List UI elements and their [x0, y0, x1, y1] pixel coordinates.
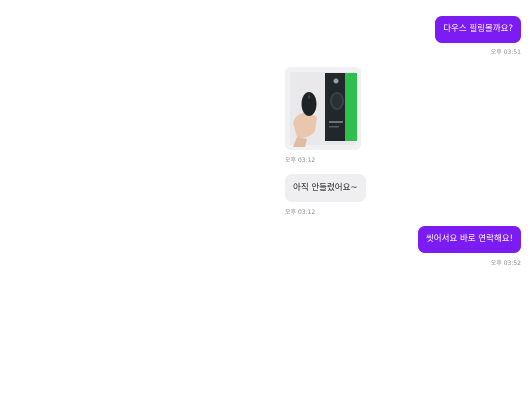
computer-mouse-image [301, 92, 317, 116]
message-text: 다우스 필링몰까요? [443, 24, 513, 35]
message-text: 씻어서요 바로 연락해요! [425, 234, 513, 245]
message-timestamp: 오후 03:12 [285, 209, 316, 216]
chat-thread: 다우스 필링몰까요? 오후 03:51 오후 03:12 아직 안들렸어요~ 오… [0, 0, 531, 403]
outgoing-message-bubble[interactable]: 다우스 필링몰까요? [435, 16, 521, 43]
outgoing-message-bubble[interactable]: 씻어서요 바로 연락해요! [417, 226, 521, 253]
message-timestamp: 오후 03:51 [490, 49, 521, 56]
message-timestamp: 오후 03:52 [490, 260, 521, 267]
product-box-image [325, 73, 357, 141]
mouse-product-photo [285, 67, 361, 150]
message-text: 아직 안들렸어요~ [293, 182, 358, 193]
incoming-message-bubble[interactable]: 아직 안들렸어요~ [285, 174, 366, 202]
photo-message[interactable] [285, 67, 361, 150]
message-timestamp: 오후 03:12 [285, 157, 316, 164]
